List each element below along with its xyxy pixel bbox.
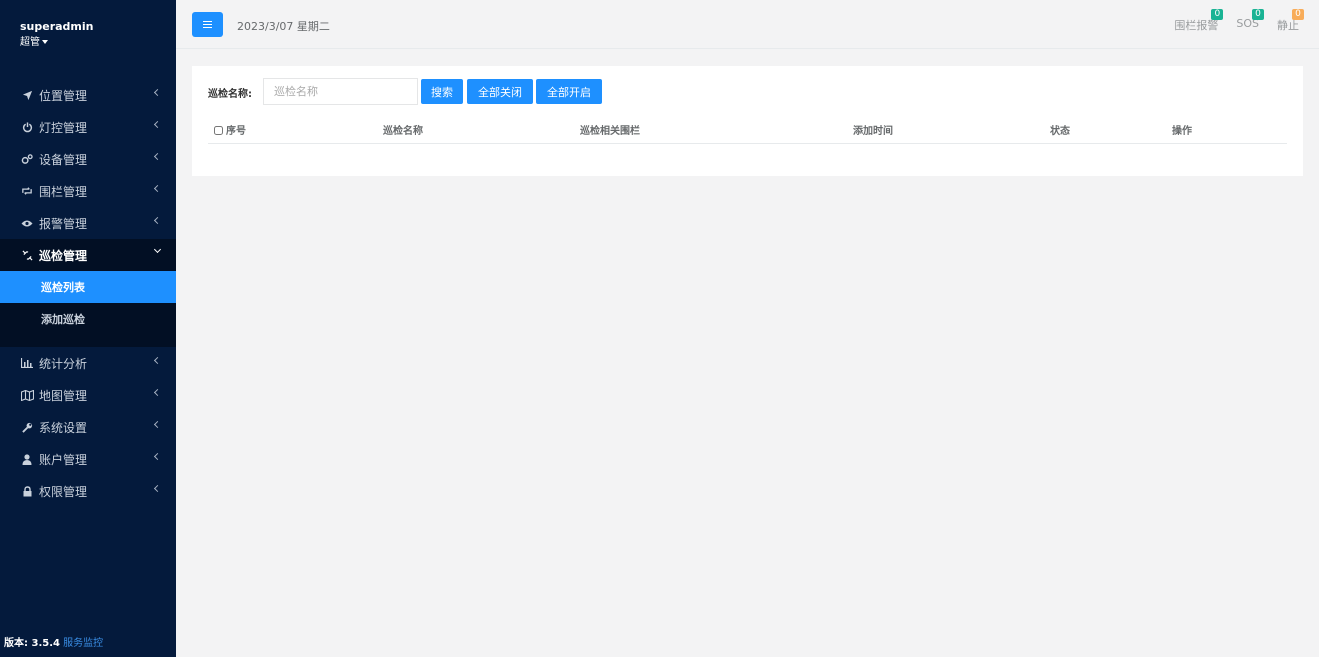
chevron-left-icon [153,184,162,193]
cogs-icon [20,152,34,166]
submenu-item-add-inspection[interactable]: 添加巡检 [0,303,176,335]
menu-label: 权限管理 [39,484,88,499]
menu-label: 围栏管理 [39,184,88,199]
fence-alarm-label: 围栏报警 [1174,19,1219,32]
menu-item-account[interactable]: 账户管理 [0,443,176,475]
chevron-left-icon [153,388,162,397]
menu-label: 灯控管理 [39,120,88,135]
chevron-left-icon [153,452,162,461]
role-label: 超管 [20,37,40,48]
menu-item-alarm[interactable]: 报警管理 [0,207,176,239]
chevron-left-icon [153,88,162,97]
chevron-left-icon [153,216,162,225]
chevron-left-icon [153,356,162,365]
menu-item-statistics[interactable]: 统计分析 [0,347,176,379]
stationary-label: 静止 [1277,19,1299,32]
menu-label: 位置管理 [39,88,88,103]
inspection-submenu: 巡检列表 添加巡检 [0,271,176,347]
user-icon [20,452,34,466]
caret-down-icon [42,40,48,44]
sidebar: superadmin 超管 位置管理 灯控管理 设备管理 围栏管理 报警管理 巡… [0,0,176,657]
column-header-fence: 巡检相关围栏 [580,126,640,137]
menu-item-map[interactable]: 地图管理 [0,379,176,411]
menu-item-location[interactable]: 位置管理 [0,79,176,111]
menu-item-system-settings[interactable]: 系统设置 [0,411,176,443]
location-arrow-icon [20,88,34,102]
sos-badge: 0 [1252,9,1264,20]
version-info: 版本: 3.5.4 服务监控 [4,634,103,649]
side-menu: 位置管理 灯控管理 设备管理 围栏管理 报警管理 巡检管理 巡检列表 添加巡检 … [0,79,176,507]
version-label: 版本: 3.5.4 [4,638,60,649]
eye-icon [20,216,34,230]
service-monitor-link[interactable]: 服务监控 [63,638,103,649]
search-button[interactable]: 搜索 [421,79,463,104]
user-profile: superadmin 超管 [20,20,94,50]
submenu-item-inspection-list[interactable]: 巡检列表 [0,271,176,303]
fence-alarm-badge: 0 [1211,9,1224,20]
menu-toggle-button[interactable] [192,12,223,37]
chevron-left-icon [153,420,162,429]
column-label: 序号 [226,126,246,137]
menu-label: 设备管理 [39,152,88,167]
map-icon [20,388,34,402]
chevron-left-icon [153,120,162,129]
current-date: 2023/3/07 星期二 [237,20,330,33]
menu-item-permission[interactable]: 权限管理 [0,475,176,507]
chevron-left-icon [153,484,162,493]
power-icon [20,120,34,134]
wrench-icon [20,420,34,434]
hamburger-icon [203,21,212,28]
menu-label: 地图管理 [39,388,88,403]
chevron-down-icon [153,245,162,254]
menu-item-inspection[interactable]: 巡检管理 [0,239,176,271]
select-all-checkbox[interactable] [214,126,223,135]
bar-chart-icon [20,356,34,370]
menu-item-device[interactable]: 设备管理 [0,143,176,175]
inspection-name-input[interactable] [263,78,418,105]
inspection-list-panel: 巡检名称: 搜索 全部关闭 全部开启 序号 巡检名称 巡检相关围栏 添加时间 状… [192,66,1303,176]
role-dropdown[interactable]: 超管 [20,36,94,50]
stationary-badge: 0 [1292,9,1304,20]
menu-label: 系统设置 [39,420,88,435]
sos-link[interactable]: SOS 0 [1236,9,1264,33]
top-links: 围栏报警 0 SOS 0 静止 0 [1174,9,1304,33]
retweet-icon [20,184,34,198]
username: superadmin [20,20,94,33]
open-all-button[interactable]: 全部开启 [536,79,602,104]
lock-icon [20,484,34,498]
column-header-name: 巡检名称 [383,126,423,137]
close-all-button[interactable]: 全部关闭 [467,79,533,104]
menu-item-light-control[interactable]: 灯控管理 [0,111,176,143]
column-header-status: 状态 [1050,126,1070,137]
column-header-index: 序号 [214,122,246,137]
menu-label: 巡检管理 [39,248,88,263]
column-header-added-time: 添加时间 [853,126,893,137]
menu-label: 账户管理 [39,452,88,467]
menu-item-fence[interactable]: 围栏管理 [0,175,176,207]
column-header-actions: 操作 [1172,126,1192,137]
menu-label: 统计分析 [39,356,88,371]
top-bar: 2023/3/07 星期二 围栏报警 0 SOS 0 静止 0 [176,0,1319,49]
table-header: 序号 巡检名称 巡检相关围栏 添加时间 状态 操作 [208,118,1287,144]
fence-alarm-link[interactable]: 围栏报警 0 [1174,9,1224,33]
stationary-link[interactable]: 静止 0 [1277,9,1304,33]
menu-label: 报警管理 [39,216,88,231]
chevron-left-icon [153,152,162,161]
unlink-icon [20,248,34,262]
search-label: 巡检名称: [208,89,252,100]
